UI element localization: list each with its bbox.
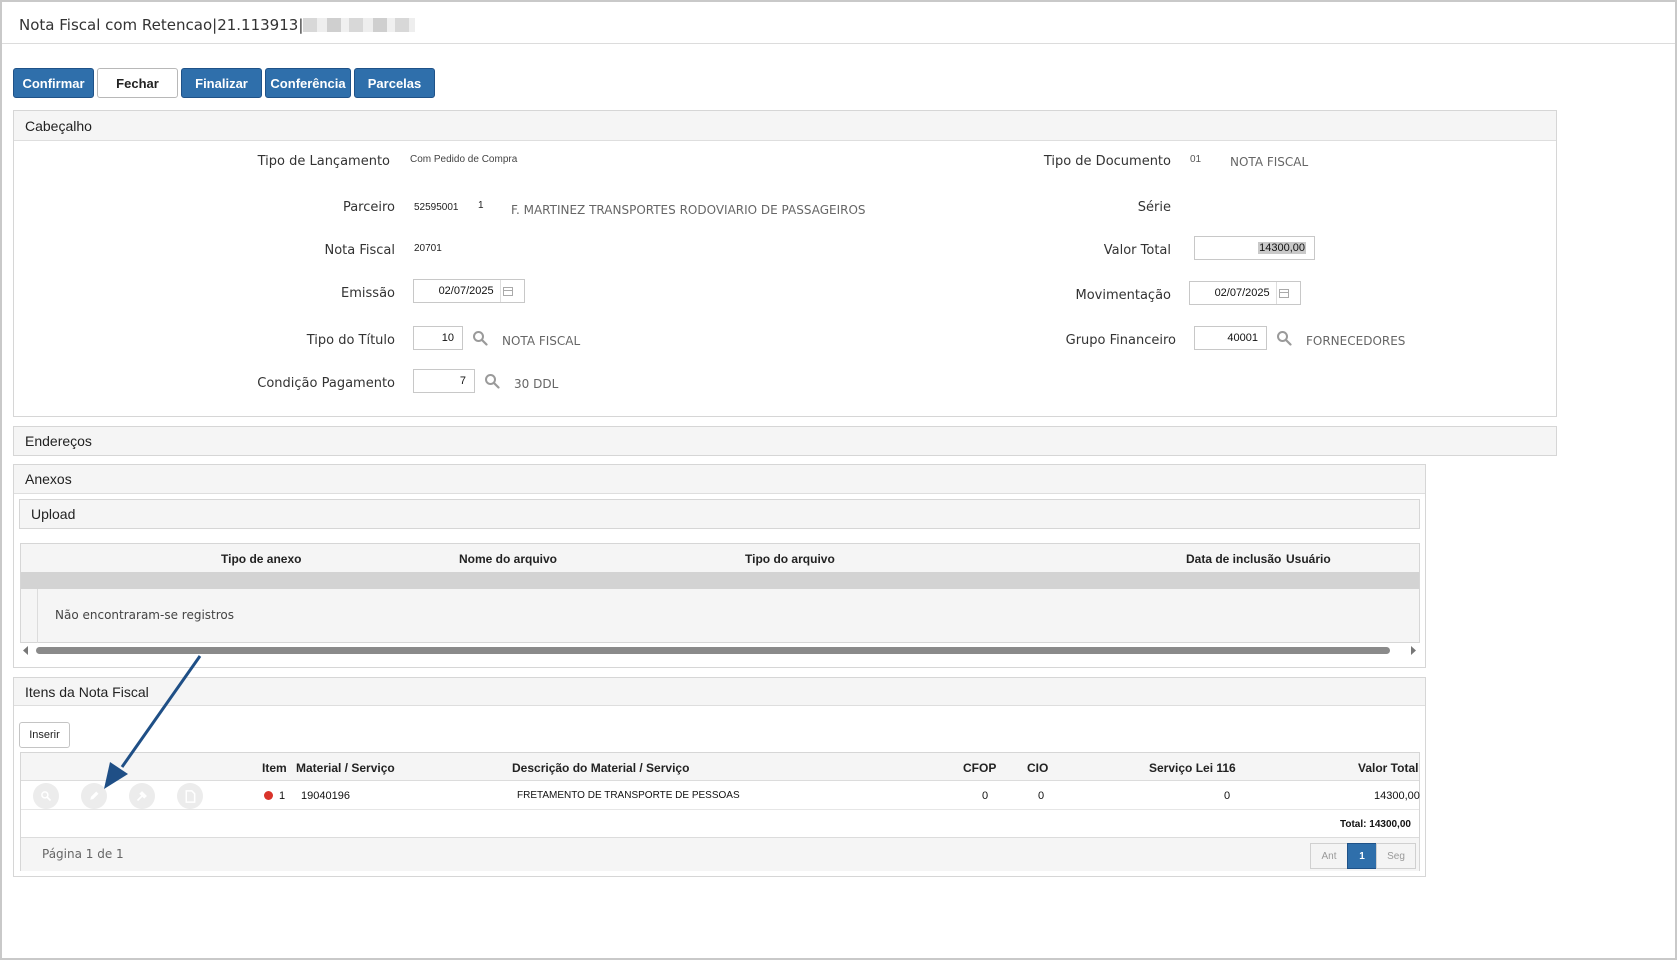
col-descricao[interactable]: Descrição do Material / Serviço: [512, 761, 689, 775]
cabecalho-panel: Cabeçalho: [13, 110, 1557, 417]
total-value: Total: 14300,00: [1340, 819, 1411, 830]
cabecalho-header[interactable]: Cabeçalho: [14, 111, 1556, 141]
parcelas-button[interactable]: Parcelas: [354, 68, 435, 98]
tipo-titulo-field[interactable]: 10: [413, 326, 463, 350]
search-icon[interactable]: [472, 330, 488, 346]
nota-fiscal-label: Nota Fiscal: [324, 243, 395, 258]
pagination-info: Página 1 de 1: [42, 847, 124, 861]
grupo-financeiro-desc: FORNECEDORES: [1306, 334, 1406, 348]
confirmar-button[interactable]: Confirmar: [13, 68, 94, 98]
scroll-right-icon[interactable]: [1409, 646, 1417, 655]
serie-label: Série: [1137, 200, 1171, 215]
movimentacao-date-field[interactable]: 02/07/2025: [1189, 281, 1301, 305]
emissao-value: 02/07/2025: [438, 285, 494, 297]
pager-next-button[interactable]: Seg: [1376, 843, 1416, 869]
col-valor-total[interactable]: Valor Total: [1358, 761, 1418, 775]
tipo-lancamento-value: Com Pedido de Compra: [410, 154, 518, 165]
scrollbar-thumb[interactable]: [36, 647, 1390, 654]
nota-fiscal-value: 20701: [414, 243, 442, 254]
search-icon[interactable]: [484, 373, 500, 389]
condicao-pagamento-desc: 30 DDL: [514, 377, 559, 391]
col-item[interactable]: Item: [262, 761, 287, 775]
tipo-titulo-desc: NOTA FISCAL: [502, 334, 581, 348]
col-tipo-anexo[interactable]: Tipo de anexo: [221, 552, 301, 566]
pager-page-1[interactable]: 1: [1347, 843, 1377, 869]
col-cio[interactable]: CIO: [1027, 761, 1048, 775]
empty-message: Não encontraram-se registros: [55, 608, 234, 622]
tipo-documento-desc: NOTA FISCAL: [1230, 155, 1309, 169]
item-number: 1: [279, 790, 286, 802]
redacted-text: [303, 18, 416, 32]
grupo-financeiro-label: Grupo Financeiro: [1065, 333, 1176, 348]
view-icon[interactable]: [33, 783, 59, 809]
window-title: Nota Fiscal com Retencao|21.113913|: [19, 16, 416, 34]
valor-total-field[interactable]: 14300,00: [1194, 236, 1315, 260]
finalizar-button[interactable]: Finalizar: [181, 68, 262, 98]
col-cfop[interactable]: CFOP: [963, 761, 996, 775]
upload-panel: Upload: [19, 499, 1420, 529]
parceiro-seq: 1: [478, 200, 484, 211]
window-titlebar: Nota Fiscal com Retencao|21.113913|: [2, 2, 1675, 44]
col-tipo-arquivo[interactable]: Tipo do arquivo: [745, 552, 835, 566]
emissao-label: Emissão: [341, 286, 395, 301]
fechar-button[interactable]: Fechar: [97, 68, 178, 98]
parceiro-label: Parceiro: [342, 200, 395, 215]
conferencia-button[interactable]: Conferência: [265, 68, 351, 98]
tipo-documento-label: Tipo de Documento: [1043, 154, 1171, 169]
col-usuario[interactable]: Usuário: [1286, 552, 1331, 566]
emissao-date-field[interactable]: 02/07/2025: [413, 279, 525, 303]
anexos-header[interactable]: Anexos: [14, 465, 1425, 494]
tipo-lancamento-label: Tipo de Lançamento: [257, 154, 390, 169]
enderecos-panel: Endereços: [13, 426, 1557, 456]
horizontal-scrollbar[interactable]: [20, 643, 1420, 658]
item-material: 19040196: [301, 790, 350, 802]
document-icon[interactable]: [177, 783, 203, 809]
col-nome-arquivo[interactable]: Nome do arquivo: [459, 552, 557, 566]
col-servico-lei[interactable]: Serviço Lei 116: [1149, 761, 1236, 775]
item-servico-lei: 0: [1224, 790, 1231, 802]
movimentacao-value: 02/07/2025: [1214, 287, 1270, 299]
edit-icon[interactable]: [81, 783, 107, 809]
scroll-left-icon[interactable]: [22, 646, 30, 655]
calendar-icon[interactable]: [499, 280, 516, 302]
valor-total-label: Valor Total: [1103, 243, 1171, 258]
col-data-inclusao[interactable]: Data de inclusão: [1186, 552, 1281, 566]
status-dot: [264, 791, 273, 800]
movimentacao-label: Movimentação: [1075, 288, 1171, 303]
grupo-financeiro-field[interactable]: 40001: [1194, 326, 1267, 350]
item-cfop: 0: [982, 790, 989, 802]
parceiro-name: F. MARTINEZ TRANSPORTES RODOVIARIO DE PA…: [511, 203, 866, 217]
parceiro-code: 52595001: [414, 202, 459, 213]
item-descricao: FRETAMENTO DE TRANSPORTE DE PESSOAS: [517, 790, 740, 801]
tipo-titulo-label: Tipo do Título: [306, 333, 395, 348]
condicao-pagamento-label: Condição Pagamento: [257, 376, 395, 391]
inserir-button[interactable]: Inserir: [19, 722, 70, 748]
pager-prev-button[interactable]: Ant: [1310, 843, 1348, 869]
col-material[interactable]: Material / Serviço: [296, 761, 395, 775]
enderecos-header[interactable]: Endereços: [14, 427, 1556, 455]
item-valor-total: 14300,00: [1374, 790, 1420, 802]
item-cio: 0: [1038, 790, 1045, 802]
search-icon[interactable]: [1276, 330, 1292, 346]
calendar-icon[interactable]: [1275, 282, 1292, 304]
table-header-band: [21, 572, 1419, 589]
valor-total-value: 14300,00: [1258, 242, 1306, 254]
tipo-documento-code: 01: [1190, 154, 1202, 165]
condicao-pagamento-field[interactable]: 7: [413, 369, 475, 393]
itens-header[interactable]: Itens da Nota Fiscal: [14, 678, 1425, 706]
upload-header[interactable]: Upload: [20, 500, 1419, 528]
delete-icon[interactable]: [129, 783, 155, 809]
